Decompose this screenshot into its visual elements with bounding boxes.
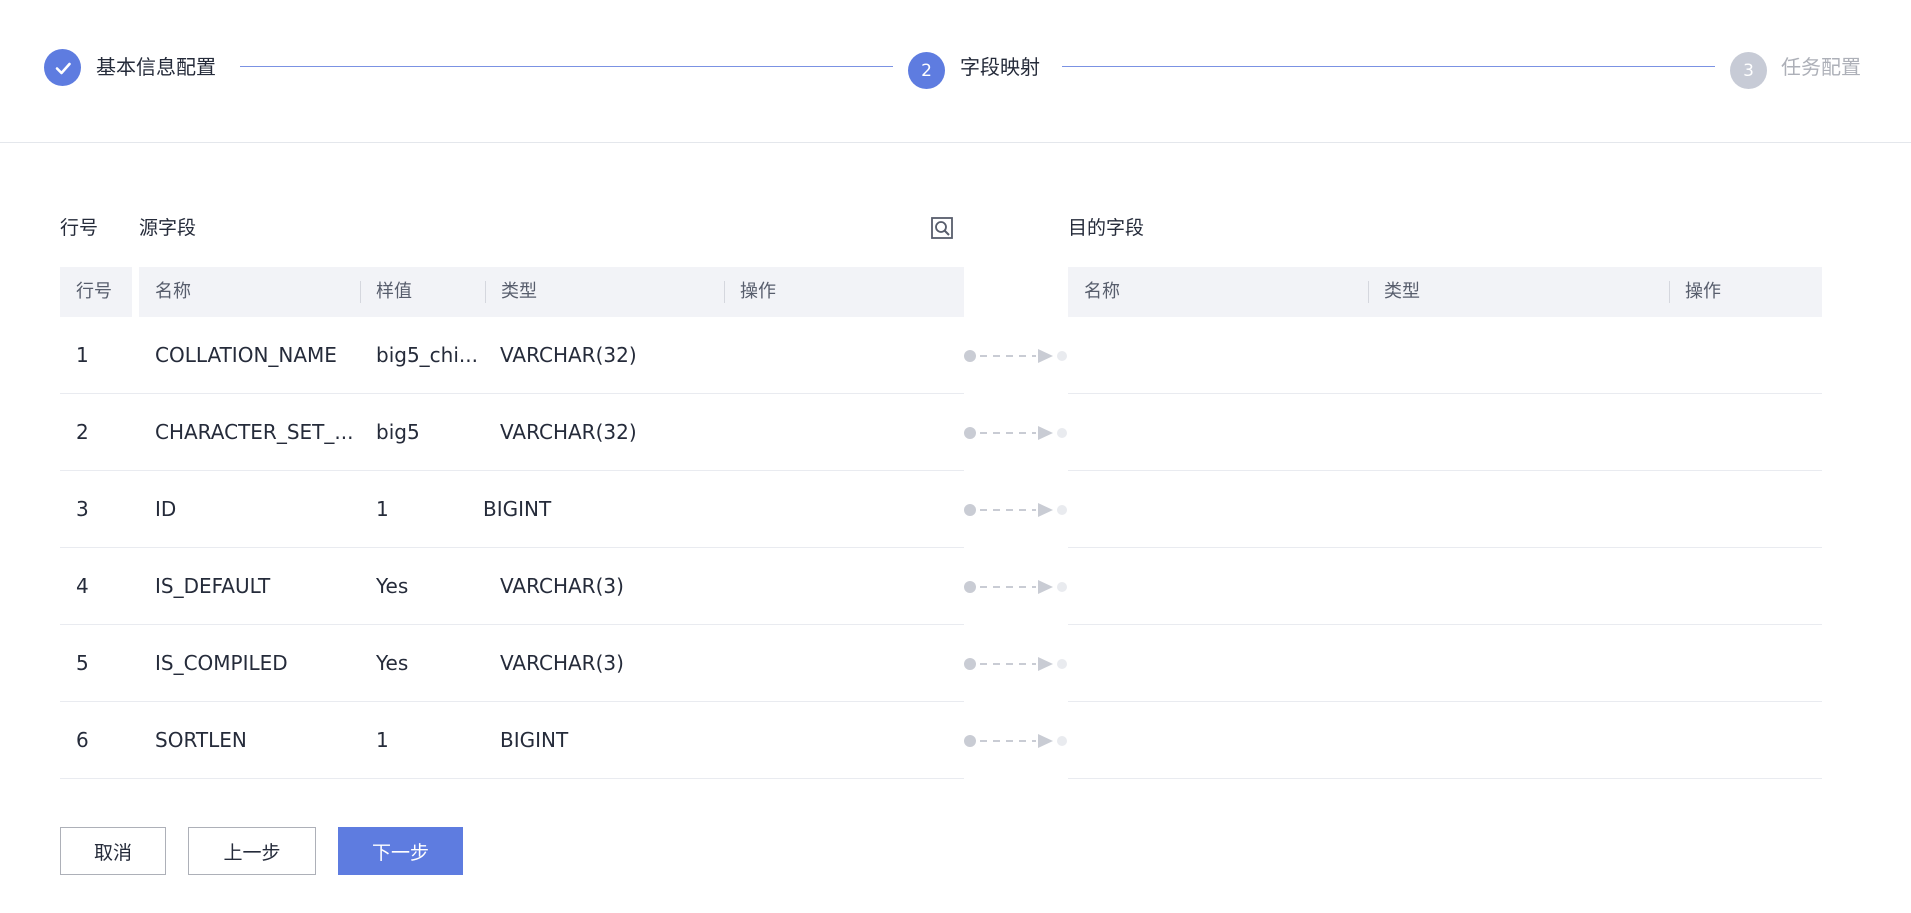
row-divider xyxy=(1068,624,1822,625)
step-3-number: 3 xyxy=(1730,52,1767,89)
column-divider xyxy=(1669,281,1670,303)
prev-step-button[interactable]: 上一步 xyxy=(188,827,316,875)
step-1-check-icon xyxy=(44,49,81,86)
th-row: 行号 xyxy=(76,281,112,302)
th-target-name: 名称 xyxy=(1084,281,1120,302)
row-divider xyxy=(1068,547,1822,548)
row-number: 4 xyxy=(76,574,89,598)
field-name: SORTLEN xyxy=(155,728,247,752)
row-number: 2 xyxy=(76,420,89,444)
field-name: CHARACTER_SET_... xyxy=(155,420,354,444)
table-row[interactable]: 5 IS_COMPILED Yes VARCHAR(3) xyxy=(0,625,1911,702)
field-sample: Yes xyxy=(376,574,409,598)
field-name: COLLATION_NAME xyxy=(155,343,337,367)
row-divider xyxy=(60,470,964,471)
row-divider xyxy=(60,624,964,625)
field-sample: 1 xyxy=(376,728,389,752)
th-action: 操作 xyxy=(740,281,776,302)
field-name: ID xyxy=(155,497,177,521)
step-connector-1 xyxy=(240,66,893,67)
field-sample: Yes xyxy=(376,651,409,675)
column-divider xyxy=(360,281,361,303)
row-number: 1 xyxy=(76,343,89,367)
row-divider xyxy=(60,778,964,779)
step-connector-2 xyxy=(1062,66,1715,67)
row-number-title: 行号 xyxy=(60,217,99,239)
th-sample: 样值 xyxy=(376,281,412,302)
table-row[interactable]: 4 IS_DEFAULT Yes VARCHAR(3) xyxy=(0,548,1911,625)
field-name: IS_COMPILED xyxy=(155,651,288,675)
row-number: 3 xyxy=(76,497,89,521)
field-name: IS_DEFAULT xyxy=(155,574,271,598)
target-table-header: 名称 类型 操作 xyxy=(1068,267,1822,317)
row-number: 6 xyxy=(76,728,89,752)
steps-bar: 基本信息配置 2 字段映射 3 任务配置 xyxy=(0,0,1911,143)
column-divider xyxy=(724,281,725,303)
mapping-arrow-icon[interactable] xyxy=(962,731,1072,751)
th-target-type: 类型 xyxy=(1384,281,1420,302)
search-icon[interactable] xyxy=(930,216,954,240)
mapping-arrow-icon[interactable] xyxy=(962,500,1072,520)
mapping-arrow-icon[interactable] xyxy=(962,346,1072,366)
source-fields-title: 源字段 xyxy=(139,217,197,239)
field-type: VARCHAR(3) xyxy=(500,651,624,675)
column-divider xyxy=(1368,281,1369,303)
table-row[interactable]: 3 ID 1 BIGINT xyxy=(0,471,1911,548)
row-divider xyxy=(1068,470,1822,471)
field-type: VARCHAR(3) xyxy=(500,574,624,598)
row-divider xyxy=(60,701,964,702)
step-2-label: 字段映射 xyxy=(960,55,1040,79)
th-target-action: 操作 xyxy=(1685,281,1721,302)
cancel-button[interactable]: 取消 xyxy=(60,827,166,875)
source-table-header: 名称 样值 类型 操作 xyxy=(139,267,964,317)
row-number: 5 xyxy=(76,651,89,675)
step-1-label: 基本信息配置 xyxy=(96,55,216,79)
row-divider xyxy=(1068,701,1822,702)
source-row-header: 行号 xyxy=(60,267,132,317)
field-sample: big5 xyxy=(376,420,420,444)
th-name: 名称 xyxy=(155,281,191,302)
table-row[interactable]: 1 COLLATION_NAME big5_chi... VARCHAR(32) xyxy=(0,317,1911,394)
table-row[interactable]: 6 SORTLEN 1 BIGINT xyxy=(0,702,1911,779)
field-type: VARCHAR(32) xyxy=(500,343,637,367)
row-divider xyxy=(1068,393,1822,394)
step-3-label: 任务配置 xyxy=(1781,55,1861,79)
mapping-arrow-icon[interactable] xyxy=(962,577,1072,597)
column-divider xyxy=(485,281,486,303)
table-row[interactable]: 2 CHARACTER_SET_... big5 VARCHAR(32) xyxy=(0,394,1911,471)
mapping-arrow-icon[interactable] xyxy=(962,654,1072,674)
target-fields-title: 目的字段 xyxy=(1068,217,1145,239)
field-sample: big5_chi... xyxy=(376,343,478,367)
field-type: BIGINT xyxy=(500,728,569,752)
row-divider xyxy=(60,393,964,394)
row-divider xyxy=(60,547,964,548)
field-type: BIGINT xyxy=(483,497,552,521)
field-sample: 1 xyxy=(376,497,389,521)
field-type: VARCHAR(32) xyxy=(500,420,637,444)
next-step-button[interactable]: 下一步 xyxy=(338,827,463,875)
th-type: 类型 xyxy=(501,281,537,302)
step-2-number: 2 xyxy=(908,52,945,89)
mapping-arrow-icon[interactable] xyxy=(962,423,1072,443)
row-divider xyxy=(1068,778,1822,779)
